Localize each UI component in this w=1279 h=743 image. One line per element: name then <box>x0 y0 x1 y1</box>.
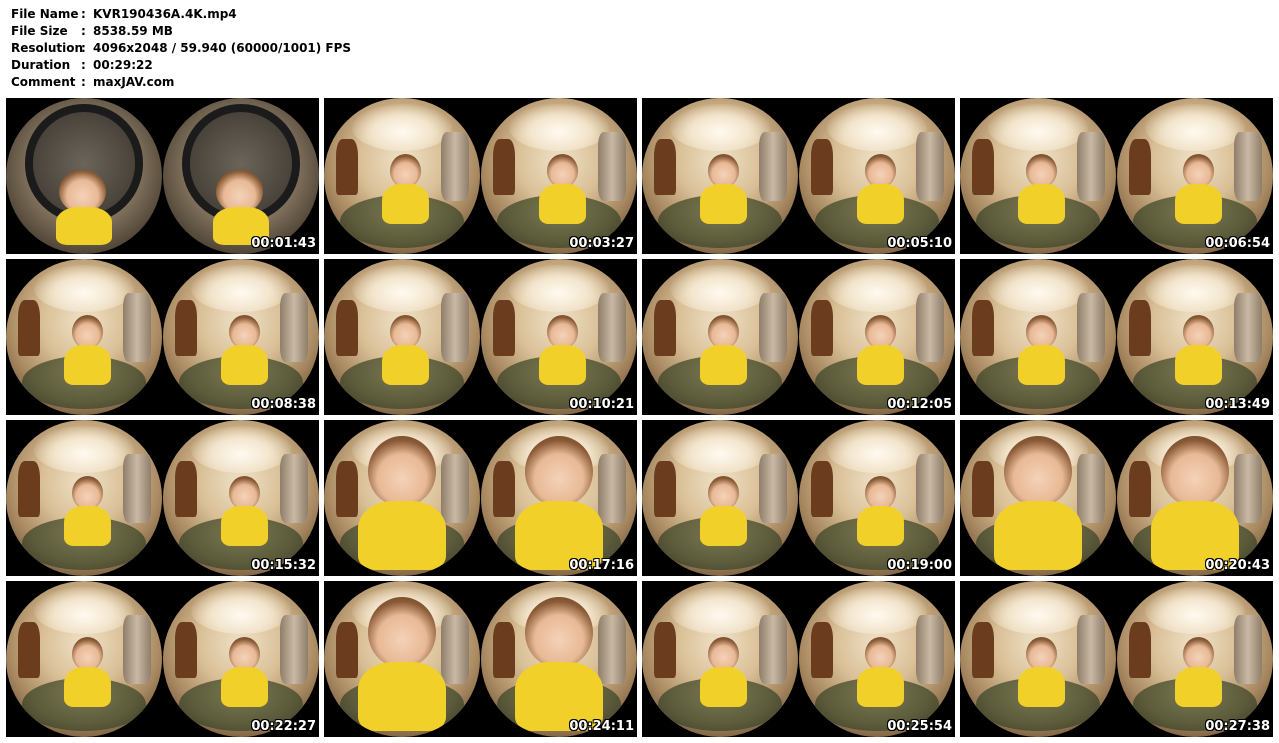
left-eye-view <box>960 98 1116 254</box>
thumbnail-timestamp: 00:15:32 <box>251 558 316 573</box>
left-eye-view <box>642 259 798 415</box>
left-eye-view <box>324 420 480 576</box>
left-eye-view <box>6 581 162 737</box>
info-row-comment: Comment : maxJAV.com <box>11 74 351 91</box>
info-row-file-size: File Size : 8538.59 MB <box>11 23 351 40</box>
video-thumbnail: 00:12:05 <box>642 259 955 415</box>
info-row-resolution: Resolution : 4096x2048 / 59.940 (60000/1… <box>11 40 351 57</box>
right-eye-view <box>799 98 955 254</box>
info-separator: : <box>81 7 86 21</box>
file-info-panel: File Name : KVR190436A.4K.mp4 File Size … <box>11 6 351 91</box>
thumbnail-timestamp: 00:08:38 <box>251 397 316 412</box>
info-separator: : <box>81 24 86 38</box>
thumbnail-timestamp: 00:19:00 <box>887 558 952 573</box>
info-value: 4096x2048 / 59.940 (60000/1001) FPS <box>93 41 352 55</box>
left-eye-view <box>324 98 480 254</box>
right-eye-view <box>799 420 955 576</box>
video-thumbnail: 00:19:00 <box>642 420 955 576</box>
thumbnail-timestamp: 00:20:43 <box>1205 558 1270 573</box>
right-eye-view <box>481 259 637 415</box>
video-thumbnail: 00:15:32 <box>6 420 319 576</box>
left-eye-view <box>324 581 480 737</box>
left-eye-view <box>6 420 162 576</box>
thumbnail-timestamp: 00:17:16 <box>569 558 634 573</box>
info-row-file-name: File Name : KVR190436A.4K.mp4 <box>11 6 351 23</box>
left-eye-view <box>6 259 162 415</box>
video-thumbnail: 00:20:43 <box>960 420 1273 576</box>
info-row-duration: Duration : 00:29:22 <box>11 57 351 74</box>
info-value: maxJAV.com <box>93 75 175 89</box>
info-separator: : <box>81 75 86 89</box>
video-thumbnail: 00:05:10 <box>642 98 955 254</box>
thumbnail-timestamp: 00:05:10 <box>887 236 952 251</box>
right-eye-view <box>481 420 637 576</box>
left-eye-view <box>960 420 1116 576</box>
right-eye-view <box>1117 581 1273 737</box>
right-eye-view <box>1117 259 1273 415</box>
info-separator: : <box>81 58 86 72</box>
left-eye-view <box>960 581 1116 737</box>
right-eye-view <box>163 420 319 576</box>
right-eye-view <box>1117 420 1273 576</box>
thumbnail-timestamp: 00:22:27 <box>251 719 316 734</box>
left-eye-view <box>6 98 162 254</box>
thumbnail-timestamp: 00:25:54 <box>887 719 952 734</box>
left-eye-view <box>960 259 1116 415</box>
thumbnail-timestamp: 00:10:21 <box>569 397 634 412</box>
info-label: File Name <box>11 7 79 21</box>
video-thumbnail: 00:13:49 <box>960 259 1273 415</box>
info-label: Comment <box>11 75 76 89</box>
info-value: KVR190436A.4K.mp4 <box>93 7 237 21</box>
info-label: Resolution <box>11 41 84 55</box>
right-eye-view <box>799 259 955 415</box>
thumbnail-timestamp: 00:27:38 <box>1205 719 1270 734</box>
right-eye-view <box>481 98 637 254</box>
right-eye-view <box>163 259 319 415</box>
left-eye-view <box>642 98 798 254</box>
video-thumbnail: 00:17:16 <box>324 420 637 576</box>
info-label: File Size <box>11 24 68 38</box>
info-label: Duration <box>11 58 71 72</box>
video-thumbnail: 00:22:27 <box>6 581 319 737</box>
thumbnail-grid: 00:01:43 00:03:27 00:05:10 00:06:54 00:08:38… <box>6 98 1276 738</box>
video-thumbnail: 00:10:21 <box>324 259 637 415</box>
right-eye-view <box>163 581 319 737</box>
info-separator: : <box>81 41 86 55</box>
info-value: 8538.59 MB <box>93 24 173 38</box>
thumbnail-timestamp: 00:24:11 <box>569 719 634 734</box>
thumbnail-timestamp: 00:03:27 <box>569 236 634 251</box>
thumbnail-timestamp: 00:12:05 <box>887 397 952 412</box>
left-eye-view <box>324 259 480 415</box>
left-eye-view <box>642 581 798 737</box>
thumbnail-timestamp: 00:01:43 <box>251 236 316 251</box>
right-eye-view <box>163 98 319 254</box>
right-eye-view <box>1117 98 1273 254</box>
video-thumbnail: 00:06:54 <box>960 98 1273 254</box>
video-thumbnail: 00:08:38 <box>6 259 319 415</box>
video-thumbnail: 00:01:43 <box>6 98 319 254</box>
thumbnail-timestamp: 00:13:49 <box>1205 397 1270 412</box>
left-eye-view <box>642 420 798 576</box>
video-thumbnail: 00:03:27 <box>324 98 637 254</box>
thumbnail-timestamp: 00:06:54 <box>1205 236 1270 251</box>
video-thumbnail: 00:24:11 <box>324 581 637 737</box>
info-value: 00:29:22 <box>93 58 153 72</box>
video-thumbnail: 00:27:38 <box>960 581 1273 737</box>
right-eye-view <box>481 581 637 737</box>
video-thumbnail: 00:25:54 <box>642 581 955 737</box>
right-eye-view <box>799 581 955 737</box>
